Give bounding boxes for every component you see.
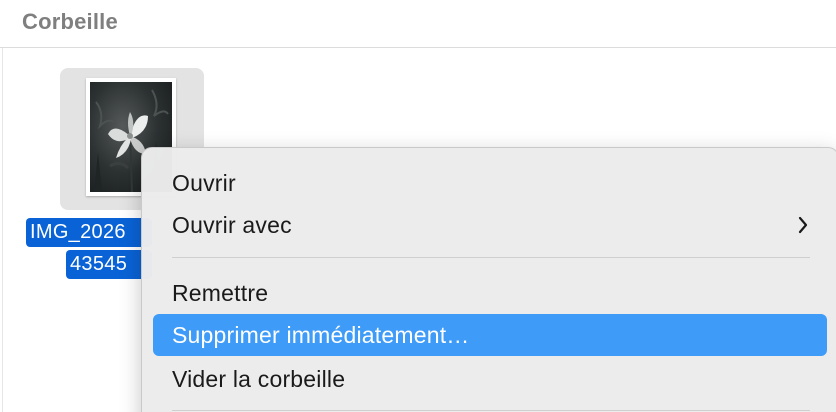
menu-item-put-back[interactable]: Remettre: [153, 272, 827, 314]
file-name-line-2[interactable]: 43545: [66, 250, 152, 279]
window-left-border: [2, 0, 3, 412]
menu-item-empty-trash[interactable]: Vider la corbeille: [153, 358, 827, 400]
menu-item-open[interactable]: Ouvrir: [153, 162, 827, 204]
menu-separator: [172, 410, 810, 411]
chevron-right-icon: [797, 204, 809, 246]
menu-item-label: Remettre: [172, 280, 269, 306]
file-name-line-1[interactable]: IMG_2026: [26, 218, 152, 247]
menu-item-label: Ouvrir: [172, 170, 236, 196]
menu-item-open-with[interactable]: Ouvrir avec: [153, 204, 827, 246]
menu-separator: [172, 257, 810, 258]
menu-item-label: Ouvrir avec: [172, 212, 292, 238]
window-header: Corbeille: [0, 0, 836, 48]
menu-item-delete-immediately[interactable]: Supprimer immédiatement…: [153, 314, 827, 356]
window-title: Corbeille: [22, 9, 118, 34]
menu-item-label: Supprimer immédiatement…: [172, 322, 470, 348]
finder-window: Corbeille IMG_2026 43545 Ouvrir Ouvrir a…: [0, 0, 836, 412]
context-menu: Ouvrir Ouvrir avec Remettre Supprimer im…: [141, 147, 836, 412]
menu-item-label: Vider la corbeille: [172, 366, 346, 392]
